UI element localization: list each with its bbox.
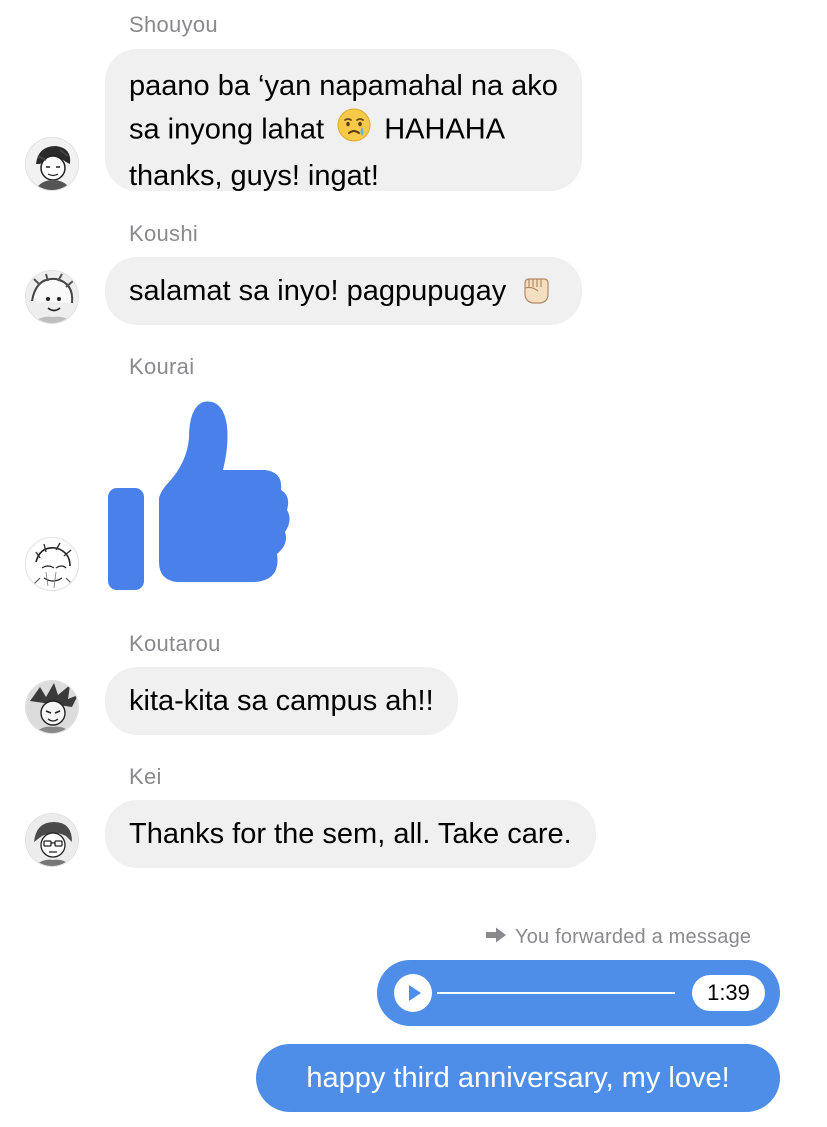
avatar-kei[interactable] xyxy=(25,813,79,867)
message-text: Thanks for the sem, all. Take care. xyxy=(129,818,572,850)
play-button[interactable] xyxy=(394,974,432,1012)
sender-name-shouyou: Shouyou xyxy=(129,12,218,37)
sender-name-koutarou: Koutarou xyxy=(129,631,221,656)
message-text: kita-kita sa campus ah!! xyxy=(129,685,434,717)
message-text-segment: HAHAHA xyxy=(384,113,506,146)
forwarded-label: You forwarded a message xyxy=(485,926,751,949)
message-text-line: sa inyong lahat HAHAHA xyxy=(129,107,558,155)
sender-name-koushi: Koushi xyxy=(129,221,199,246)
play-icon xyxy=(409,985,421,1001)
sender-name-kourai: Kourai xyxy=(129,354,195,379)
message-text-segment: sa inyong lahat xyxy=(129,113,325,146)
thumbs-up-icon[interactable] xyxy=(105,398,295,593)
audio-progress-track[interactable] xyxy=(437,992,675,994)
message-text: happy third anniversary, my love! xyxy=(306,1062,730,1094)
avatar-koushi[interactable] xyxy=(25,270,79,324)
avatar-kourai[interactable] xyxy=(25,537,79,591)
voice-duration: 1:39 xyxy=(692,975,765,1011)
message-text-line: paano ba ‘yan napamahal na ako xyxy=(129,70,558,102)
message-bubble-outgoing[interactable]: happy third anniversary, my love! xyxy=(256,1044,780,1112)
avatar-koutarou[interactable] xyxy=(25,680,79,734)
message-text: salamat sa inyo! pagpupugay xyxy=(129,275,507,307)
message-bubble-shouyou[interactable]: paano ba ‘yan napamahal na ako sa inyong… xyxy=(105,49,582,192)
avatar-shouyou[interactable] xyxy=(25,137,79,191)
raised-fist-icon xyxy=(518,263,554,331)
message-bubble-kei[interactable]: Thanks for the sem, all. Take care. xyxy=(105,800,596,868)
forward-arrow-icon xyxy=(485,926,507,949)
message-bubble-koushi[interactable]: salamat sa inyo! pagpupugay xyxy=(105,257,583,325)
voice-message-bubble[interactable]: 1:39 xyxy=(377,960,780,1026)
forwarded-label-text: You forwarded a message xyxy=(515,926,752,948)
message-bubble-koutarou[interactable]: kita-kita sa campus ah!! xyxy=(105,667,458,735)
message-text-line: thanks, guys! ingat! xyxy=(129,160,379,192)
crying-face-icon xyxy=(336,107,372,155)
sender-name-kei: Kei xyxy=(129,764,162,789)
